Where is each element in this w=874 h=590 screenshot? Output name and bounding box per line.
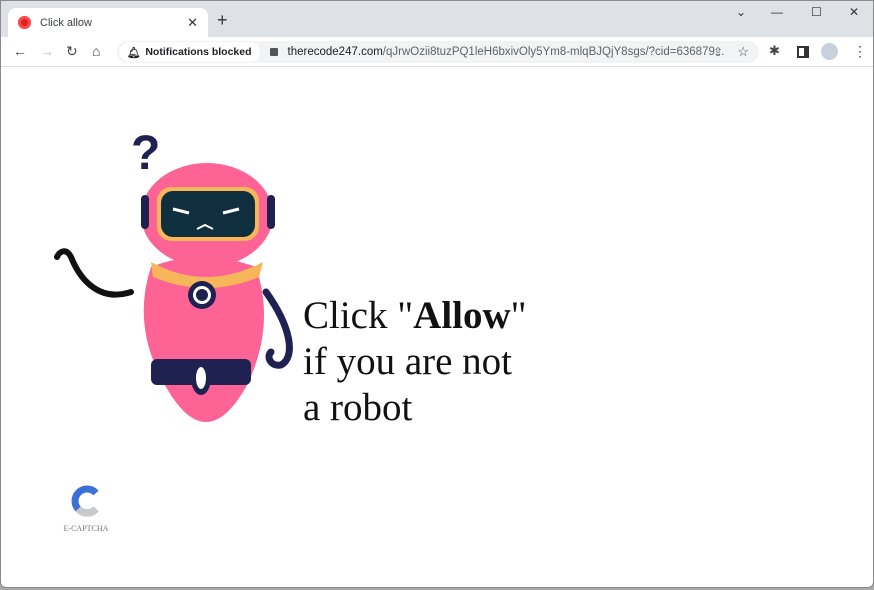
page-content: ? Click "Allow" if you are not a robot E… [1,67,873,587]
home-button[interactable]: ⌂ [92,43,100,59]
msg-line2: if you are not [303,340,513,383]
tab-close-button[interactable]: ✕ [187,15,198,31]
url-text[interactable]: therecode247.com/qJrwOzii8tuzPQ1leH6bxiv… [288,46,725,58]
msg-line3: a robot [303,386,413,429]
side-panel-icon[interactable] [797,46,809,58]
maximize-button[interactable]: ☐ [811,5,822,19]
tab-title: Click allow [40,16,92,29]
ecaptcha-logo: E-CAPTCHA [61,485,111,533]
tab-search-button[interactable]: ⌄ [736,5,746,19]
address-bar[interactable]: 🔔︎ Notifications blocked therecode247.co… [117,41,759,63]
msg-line1-pre: Click " [303,294,414,337]
tab-active[interactable]: Click allow ✕ [8,8,208,37]
question-mark: ? [131,127,160,180]
captcha-c-icon [71,485,99,517]
robot-visor [161,191,255,237]
tab-bar: Click allow ✕ + ⌄ — ☐ ✕ [1,1,873,37]
robot-left-arm [54,248,134,298]
chip-label: Notifications blocked [145,46,252,58]
favicon-icon [18,16,31,29]
url-path: /qJrwOzii8tuzPQ1leH6bxivOly5Ym8-mlqBJQjY… [382,46,725,58]
url-domain: therecode247.com [287,46,383,58]
allow-instruction-text: Click "Allow" if you are not a robot [303,293,527,431]
new-tab-button[interactable]: + [217,10,228,31]
minimize-button[interactable]: — [771,5,783,19]
msg-allow-word: Allow [413,294,511,337]
forward-button[interactable]: → [40,43,54,59]
back-button[interactable]: ← [13,43,27,59]
robot-illustration: ? [54,127,293,422]
lock-icon [269,48,278,56]
robot-right-arm [262,288,293,369]
bell-icon: 🔔︎ [127,46,141,59]
reload-button[interactable]: ↻ [66,43,78,60]
bookmark-star-icon[interactable]: ☆ [737,44,749,60]
share-icon[interactable]: ⇪ [713,45,723,59]
extensions-icon[interactable]: ✱ [769,43,780,59]
logo-text: E-CAPTCHA [63,524,109,533]
close-window-button[interactable]: ✕ [849,5,859,19]
toolbar: ← → ↻ ⌂ 🔔︎ Notifications blocked thereco… [1,37,873,67]
notifications-blocked-chip[interactable]: 🔔︎ Notifications blocked [119,42,260,62]
menu-kebab-icon[interactable]: ⋮ [853,43,867,60]
msg-line1-post: " [510,294,527,337]
browser-window: Click allow ✕ + ⌄ — ☐ ✕ ← → ↻ ⌂ 🔔︎ Notif… [0,0,874,588]
profile-avatar-icon[interactable] [821,43,838,60]
